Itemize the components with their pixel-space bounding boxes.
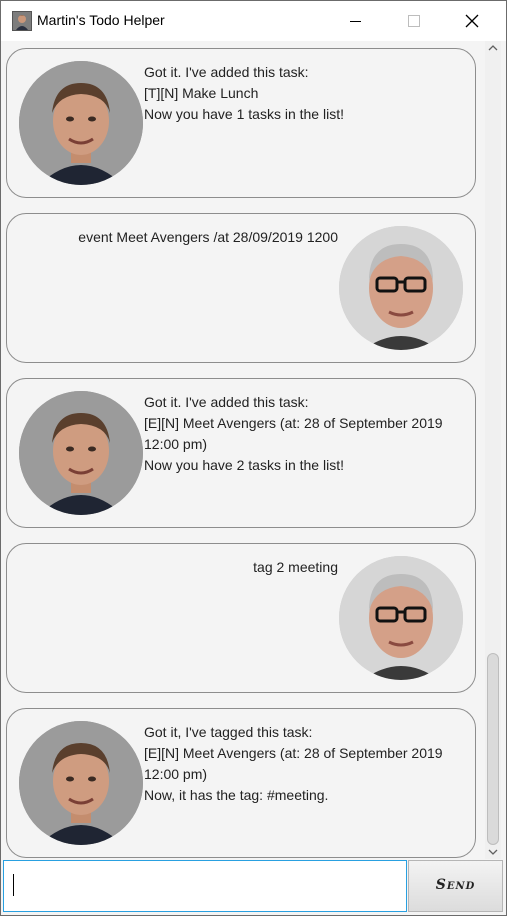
input-bar: Send: [1, 859, 506, 915]
bot-avatar: [19, 391, 143, 515]
window-title: Martin's Todo Helper: [37, 12, 165, 28]
scroll-up-icon[interactable]: [488, 44, 498, 52]
title-bar: Martin's Todo Helper: [1, 1, 506, 41]
scrollbar-thumb[interactable]: [487, 653, 499, 845]
user-message-text: event Meet Avengers /at 28/09/2019 1200: [78, 229, 338, 245]
vertical-scrollbar[interactable]: [485, 41, 501, 859]
text-caret: [13, 874, 14, 896]
dialog-scroll-pane[interactable]: Got it. I've added this task: [T][N] Mak…: [1, 41, 506, 859]
user-dialog-box: event Meet Avengers /at 28/09/2019 1200: [6, 213, 476, 363]
maximize-button[interactable]: [391, 1, 437, 41]
bot-message-text: Got it, I've tagged this task: [E][N] Me…: [144, 724, 443, 803]
app-avatar-icon: [12, 11, 32, 31]
scroll-down-icon[interactable]: [488, 848, 498, 856]
user-avatar: [339, 556, 463, 680]
user-dialog-box: tag 2 meeting: [6, 543, 476, 693]
app-window: Martin's Todo Helper Got it. I've added …: [0, 0, 507, 916]
user-avatar: [339, 226, 463, 350]
bot-avatar: [19, 721, 143, 845]
bot-dialog-box: Got it. I've added this task: [E][N] Mee…: [6, 378, 476, 528]
bot-avatar: [19, 61, 143, 185]
user-message-text: tag 2 meeting: [253, 559, 338, 575]
bot-message-text: Got it. I've added this task: [T][N] Mak…: [144, 64, 344, 122]
bot-message-text: Got it. I've added this task: [E][N] Mee…: [144, 394, 443, 473]
close-icon: [465, 14, 479, 28]
close-button[interactable]: [449, 1, 495, 41]
message-input[interactable]: [3, 860, 407, 912]
minimize-button[interactable]: [333, 1, 379, 41]
send-button-label: Send: [435, 877, 476, 893]
bot-dialog-box: Got it, I've tagged this task: [E][N] Me…: [6, 708, 476, 858]
send-button[interactable]: Send: [408, 860, 503, 912]
bot-dialog-box: Got it. I've added this task: [T][N] Mak…: [6, 48, 476, 198]
